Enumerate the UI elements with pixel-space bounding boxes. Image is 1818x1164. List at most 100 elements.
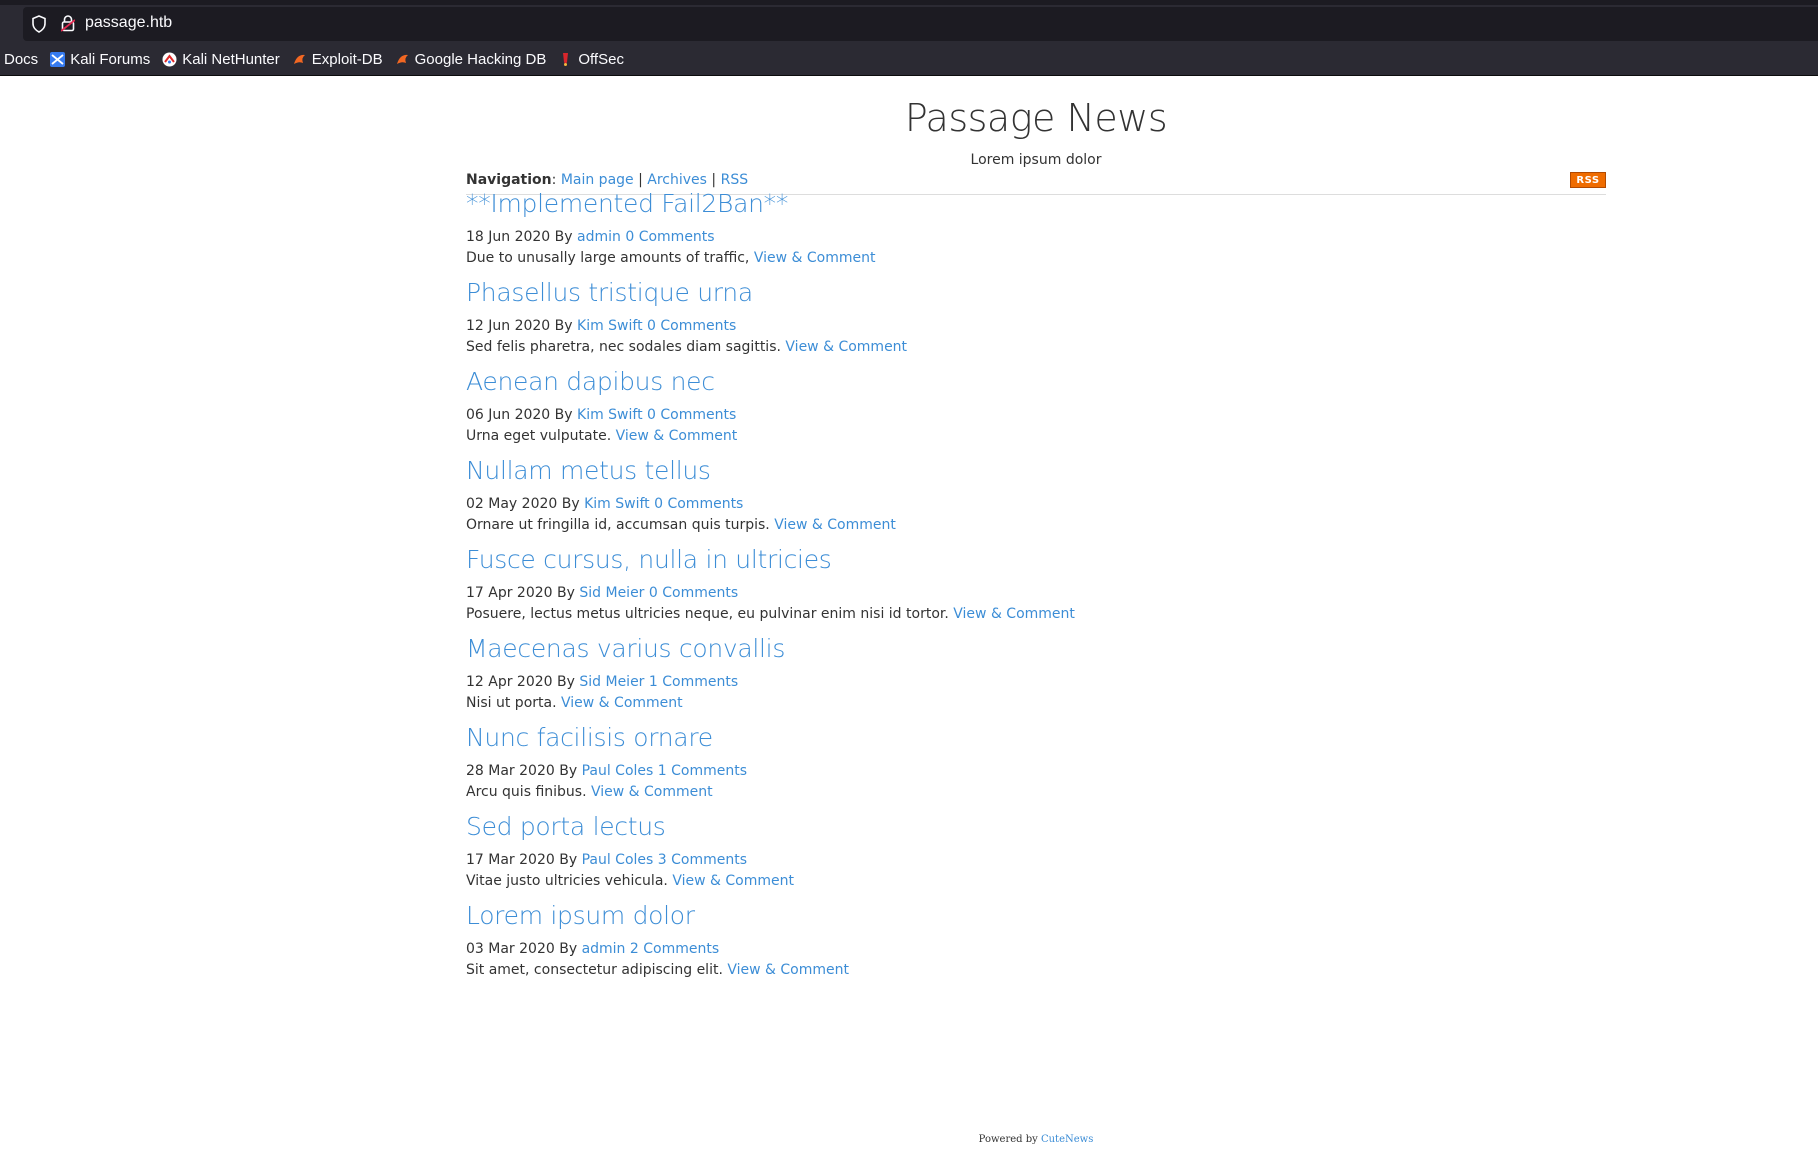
shield-icon[interactable]	[31, 15, 47, 37]
post-excerpt-text: Posuere, lectus metus ultricies neque, e…	[466, 606, 949, 622]
view-comment-link[interactable]: View & Comment	[561, 695, 683, 711]
post-excerpt-text: Ornare ut fringilla id, accumsan quis tu…	[466, 517, 770, 533]
view-comment-link[interactable]: View & Comment	[672, 873, 794, 889]
bookmark-label: Docs	[4, 50, 39, 68]
ghdb-icon	[395, 52, 410, 67]
post-by: By	[561, 496, 580, 512]
post-by: By	[554, 407, 573, 423]
view-comment-link[interactable]: View & Comment	[591, 784, 713, 800]
post-title-link[interactable]: Sed porta lectus	[466, 812, 666, 841]
post-comments-link[interactable]: 0 Comments	[654, 496, 743, 512]
nav-separator: :	[551, 172, 557, 188]
bookmark-label: OffSec	[578, 50, 624, 68]
post-author-link[interactable]: Sid Meier	[579, 585, 644, 601]
post-excerpt: Arcu quis finibus. View & Comment	[466, 783, 1606, 801]
post-author-link[interactable]: Paul Coles	[582, 852, 654, 868]
bookmark-docs[interactable]: Docs	[4, 51, 38, 68]
post-comments-link[interactable]: 0 Comments	[649, 585, 738, 601]
cutenews-link[interactable]: CuteNews	[1041, 1134, 1093, 1145]
post-title-link[interactable]: Phasellus tristique urna	[466, 278, 753, 307]
post-title-link[interactable]: **Implemented Fail2Ban**	[466, 189, 788, 218]
post-date: 12 Apr 2020	[466, 674, 553, 690]
nav-label: Navigation	[466, 172, 552, 188]
news-post: Lorem ipsum dolor 03 Mar 2020 By admin 2 …	[466, 900, 1606, 979]
post-comments-link[interactable]: 1 Comments	[649, 674, 738, 690]
rss-feed-icon[interactable]: RSS	[1570, 172, 1606, 188]
news-post: Nunc facilisis ornare 28 Mar 2020 By Paul…	[466, 722, 1606, 801]
post-author-link[interactable]: admin	[582, 941, 626, 957]
exploit-db-icon	[292, 52, 307, 67]
bookmark-label: Google Hacking DB	[414, 50, 547, 68]
nav-link-rss[interactable]: RSS	[721, 172, 749, 188]
bookmark-exploit-db[interactable]: Exploit-DB	[292, 51, 383, 68]
url-bar[interactable]: passage.htb	[23, 7, 1818, 41]
post-comments-link[interactable]: 3 Comments	[658, 852, 747, 868]
post-meta: 02 May 2020 By Kim Swift 0 Comments	[466, 495, 1606, 513]
post-title-link[interactable]: Lorem ipsum dolor	[466, 901, 695, 930]
post-title-link[interactable]: Fusce cursus, nulla in ultricies	[466, 545, 832, 574]
url-text[interactable]: passage.htb	[85, 14, 172, 32]
lock-insecure-icon[interactable]	[60, 14, 76, 36]
post-by: By	[559, 763, 578, 779]
post-author-link[interactable]: Paul Coles	[582, 763, 654, 779]
view-comment-link[interactable]: View & Comment	[785, 339, 907, 355]
post-author-link[interactable]: Sid Meier	[579, 674, 644, 690]
post-excerpt: Nisi ut porta. View & Comment	[466, 694, 1606, 712]
footer-powered-by: Powered by	[978, 1134, 1038, 1145]
news-post: Phasellus tristique urna 12 Jun 2020 By K…	[466, 277, 1606, 356]
bookmark-kali-forums[interactable]: Kali Forums	[50, 51, 150, 68]
post-excerpt-text: Due to unusally large amounts of traffic…	[466, 250, 750, 266]
post-meta: 17 Apr 2020 By Sid Meier 0 Comments	[466, 584, 1606, 602]
post-comments-link[interactable]: 0 Comments	[625, 229, 714, 245]
web-page: Passage News Lorem ipsum dolor Navigatio…	[0, 76, 1818, 1164]
post-comments-link[interactable]: 0 Comments	[647, 407, 736, 423]
news-post: Sed porta lectus 17 Mar 2020 By Paul Cole…	[466, 811, 1606, 890]
kali-forums-icon	[50, 51, 66, 67]
post-title-link[interactable]: Nunc facilisis ornare	[466, 723, 713, 752]
post-by: By	[557, 674, 575, 690]
post-comments-link[interactable]: 0 Comments	[647, 318, 736, 334]
bookmark-label: Kali NetHunter	[182, 50, 280, 68]
post-date: 17 Mar 2020	[466, 852, 555, 868]
post-date: 03 Mar 2020	[466, 941, 555, 957]
tab-strip-edge	[0, 0, 1818, 5]
post-date: 17 Apr 2020	[466, 585, 553, 601]
view-comment-link[interactable]: View & Comment	[727, 962, 849, 978]
view-comment-link[interactable]: View & Comment	[616, 428, 738, 444]
view-comment-link[interactable]: View & Comment	[754, 250, 876, 266]
browser-chrome: passage.htb Docs Kali Forums Kali NetHun…	[0, 0, 1818, 76]
news-post: **Implemented Fail2Ban** 18 Jun 2020 By a…	[466, 188, 1606, 267]
post-excerpt: Sit amet, consectetur adipiscing elit. V…	[466, 961, 1606, 979]
post-date: 28 Mar 2020	[466, 763, 555, 779]
page-subtitle: Lorem ipsum dolor	[970, 152, 1102, 168]
news-post: Fusce cursus, nulla in ultricies 17 Apr 2…	[466, 544, 1606, 623]
post-excerpt-text: Sed felis pharetra, nec sodales diam sag…	[466, 339, 781, 355]
page-title: Passage News	[904, 96, 1168, 140]
post-meta: 03 Mar 2020 By admin 2 Comments	[466, 940, 1606, 958]
post-title-link[interactable]: Aenean dapibus nec	[466, 367, 715, 396]
post-meta: 12 Jun 2020 By Kim Swift 0 Comments	[466, 317, 1606, 335]
post-meta: 12 Apr 2020 By Sid Meier 1 Comments	[466, 673, 1606, 691]
nav-link-main-page[interactable]: Main page	[561, 172, 634, 188]
nav-link-archives[interactable]: Archives	[647, 172, 707, 188]
post-excerpt-text: Arcu quis finibus.	[466, 784, 587, 800]
post-comments-link[interactable]: 1 Comments	[658, 763, 747, 779]
view-comment-link[interactable]: View & Comment	[774, 517, 896, 533]
post-author-link[interactable]: Kim Swift	[584, 496, 650, 512]
post-author-link[interactable]: Kim Swift	[577, 407, 643, 423]
bookmark-kali-nethunter[interactable]: Kali NetHunter	[162, 51, 280, 68]
post-comments-link[interactable]: 2 Comments	[630, 941, 719, 957]
bookmark-offsec[interactable]: OffSec	[558, 51, 624, 68]
post-excerpt: Vitae justo ultricies vehicula. View & C…	[466, 872, 1606, 890]
bookmark-google-hacking-db[interactable]: Google Hacking DB	[395, 50, 547, 68]
post-title-link[interactable]: Nullam metus tellus	[466, 456, 711, 485]
post-title-link[interactable]: Maecenas varius convallis	[466, 634, 785, 663]
post-author-link[interactable]: admin	[577, 229, 621, 245]
view-comment-link[interactable]: View & Comment	[953, 606, 1075, 622]
kali-nethunter-icon	[162, 52, 177, 67]
post-excerpt: Sed felis pharetra, nec sodales diam sag…	[466, 338, 1606, 356]
post-author-link[interactable]: Kim Swift	[577, 318, 643, 334]
post-excerpt-text: Vitae justo ultricies vehicula.	[466, 873, 668, 889]
post-by: By	[554, 229, 573, 245]
post-excerpt-text: Nisi ut porta.	[466, 695, 557, 711]
